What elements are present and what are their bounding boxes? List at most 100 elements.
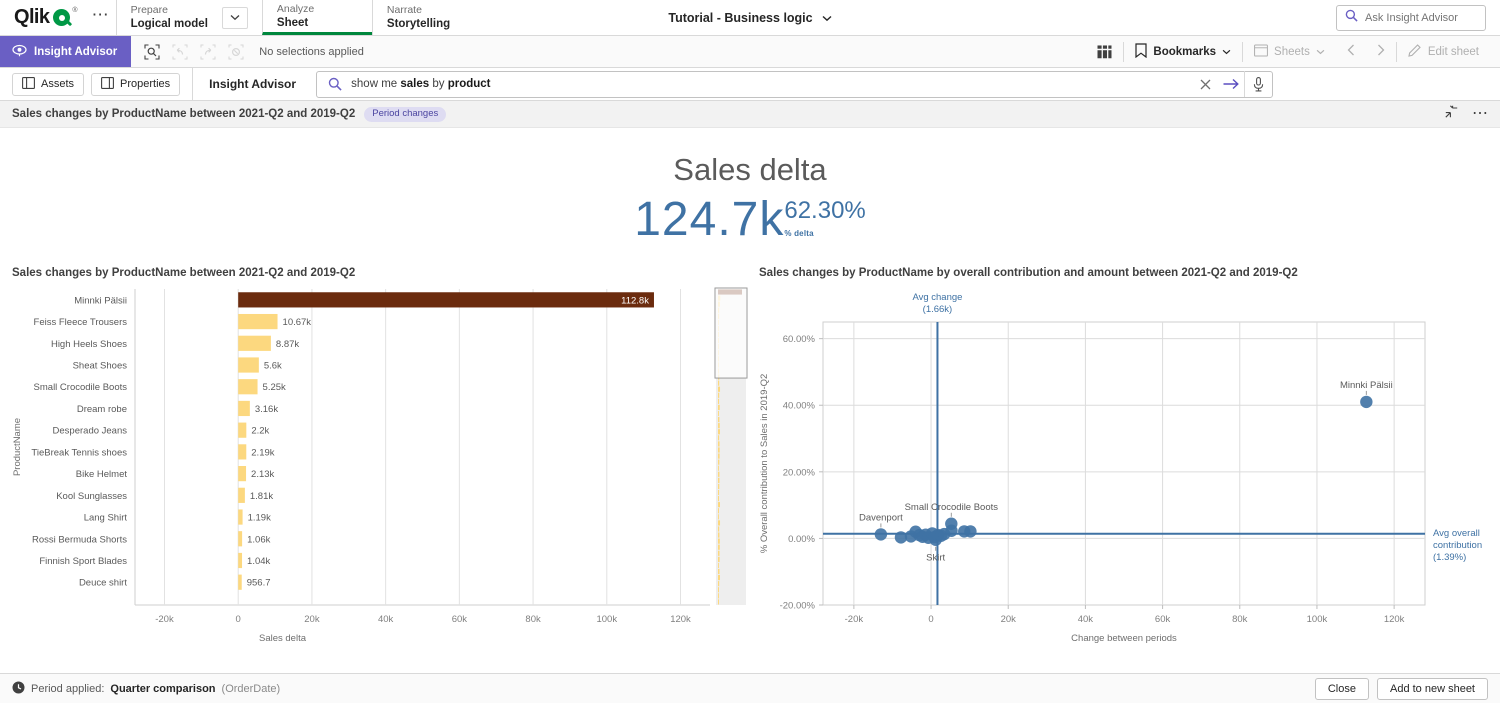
svg-text:TieBreak Tennis shoes: TieBreak Tennis shoes [31, 447, 127, 458]
microphone-icon[interactable] [1244, 71, 1272, 97]
bookmarks-chevron-down-icon [1222, 46, 1231, 58]
insight-card-header: Sales changes by ProductName between 202… [0, 101, 1500, 128]
svg-text:Minnki Pälsii: Minnki Pälsii [74, 295, 127, 306]
panel-right-icon [101, 77, 114, 92]
properties-label: Properties [120, 78, 170, 90]
svg-text:956.7: 956.7 [247, 578, 271, 589]
footer-buttons: Close Add to new sheet [1315, 678, 1488, 700]
panel-left-icon [22, 77, 35, 92]
svg-text:Lang Shirt: Lang Shirt [84, 513, 128, 524]
redo-icon [195, 40, 221, 64]
bar-chart-svg[interactable]: -20k020k40k60k80k100k120kSales deltaProd… [0, 267, 755, 647]
footer-bar: Period applied: Quarter comparison (Orde… [0, 673, 1500, 703]
arrow-right-icon[interactable] [1218, 71, 1244, 97]
svg-text:Dream robe: Dream robe [77, 404, 127, 415]
kpi-values: 124.7k 62.30% % delta [0, 195, 1500, 245]
period-applied-value: Quarter comparison [110, 683, 215, 695]
svg-text:ProductName: ProductName [12, 418, 23, 476]
next-sheet-button [1366, 36, 1396, 67]
nav-narrate-label: Storytelling [387, 17, 450, 31]
svg-text:-20k: -20k [845, 614, 864, 625]
period-applied-field: (OrderDate) [222, 683, 281, 695]
kpi-panel: Sales delta 124.7k 62.30% % delta [0, 128, 1500, 245]
svg-text:40k: 40k [1078, 614, 1094, 625]
selection-search-icon[interactable] [139, 40, 165, 64]
pencil-icon [1408, 43, 1422, 60]
close-icon[interactable] [1192, 71, 1218, 97]
svg-text:100k: 100k [596, 614, 617, 625]
clock-icon [12, 681, 25, 697]
svg-text:Minnki Pälsii: Minnki Pälsii [1340, 380, 1393, 391]
sheet-grid-icon[interactable] [1086, 36, 1123, 67]
trademark-mark: ® [72, 7, 77, 14]
svg-text:20.00%: 20.00% [783, 467, 816, 478]
svg-text:Small Crocodile Boots: Small Crocodile Boots [905, 502, 999, 513]
nav-narrate-section: Narrate [387, 4, 450, 17]
nav-narrate[interactable]: Narrate Storytelling [372, 0, 482, 35]
insight-advisor-tab[interactable]: Insight Advisor [0, 36, 131, 67]
svg-text:-20.00%: -20.00% [780, 601, 816, 612]
svg-text:Davenport: Davenport [859, 512, 903, 523]
svg-text:Sales delta: Sales delta [259, 633, 307, 644]
insight-query-bar[interactable]: show me sales by product [316, 71, 1273, 98]
svg-text:Rossi Bermuda Shorts: Rossi Bermuda Shorts [32, 534, 127, 545]
svg-text:-20k: -20k [155, 614, 174, 625]
top-navigation-bar: Qlik ® ⋯ Prepare Logical model Analyze S… [0, 0, 1500, 36]
svg-text:60k: 60k [452, 614, 468, 625]
chevron-left-icon [1347, 44, 1355, 59]
assets-button[interactable]: Assets [12, 73, 84, 96]
svg-text:1.04k: 1.04k [247, 556, 270, 567]
nav-prepare[interactable]: Prepare Logical model [116, 0, 262, 35]
charts-area: Sales changes by ProductName between 202… [0, 267, 1500, 652]
svg-text:Kool Sunglasses: Kool Sunglasses [56, 491, 127, 502]
insight-query-text[interactable]: show me sales by product [351, 78, 1192, 90]
svg-text:0: 0 [928, 614, 933, 625]
scatter-chart-svg[interactable]: -20k020k40k60k80k100k120k-20.00%0.00%20.… [755, 267, 1500, 647]
more-horizontal-icon[interactable]: ⋯ [1472, 110, 1488, 118]
svg-text:Desperado Jeans: Desperado Jeans [53, 426, 128, 437]
selections-toolbar: Insight Advisor [0, 36, 1500, 68]
bookmarks-label: Bookmarks [1153, 46, 1216, 58]
svg-text:120k: 120k [670, 614, 691, 625]
svg-text:60k: 60k [1155, 614, 1171, 625]
add-to-new-sheet-button[interactable]: Add to new sheet [1377, 678, 1488, 700]
svg-text:5.6k: 5.6k [264, 361, 282, 372]
collapse-icon[interactable] [1445, 105, 1458, 123]
insight-advisor-toolbar: Assets Properties Insight Advisor show m… [0, 68, 1500, 101]
period-changes-badge: Period changes [364, 107, 446, 122]
kpi-percent-label: % delta [784, 229, 813, 238]
bookmark-icon [1135, 43, 1147, 61]
app-title-chevron-down-icon[interactable] [822, 9, 832, 27]
svg-text:1.81k: 1.81k [250, 491, 273, 502]
close-button[interactable]: Close [1315, 678, 1369, 700]
properties-button[interactable]: Properties [91, 73, 180, 96]
kpi-secondary: 62.30% % delta [784, 195, 865, 241]
insight-advisor-panel-title: Insight Advisor [192, 68, 316, 100]
svg-text:112.8k: 112.8k [621, 295, 649, 306]
qlik-logo-mark [53, 9, 70, 26]
ask-insight-advisor-box[interactable] [1336, 5, 1486, 31]
ask-insight-advisor-input[interactable] [1365, 12, 1477, 24]
svg-text:0.00%: 0.00% [788, 534, 815, 545]
scatter-chart-title: Sales changes by ProductName by overall … [759, 267, 1298, 279]
bookmarks-button[interactable]: Bookmarks [1124, 36, 1242, 67]
svg-text:Deuce shirt: Deuce shirt [79, 578, 127, 589]
svg-text:Avg overall: Avg overall [1433, 528, 1480, 539]
more-horizontal-icon[interactable]: ⋯ [86, 0, 116, 35]
query-dimension: product [448, 78, 491, 90]
clear-selections-icon [223, 40, 249, 64]
period-applied-label: Period applied: [31, 683, 104, 695]
svg-text:20k: 20k [304, 614, 320, 625]
qlik-logo[interactable]: Qlik ® [0, 0, 86, 35]
svg-text:High Heels Shoes: High Heels Shoes [51, 339, 127, 350]
bar-chart-title: Sales changes by ProductName between 202… [12, 267, 355, 279]
svg-text:Bike Helmet: Bike Helmet [76, 469, 128, 480]
period-applied-info: Period applied: Quarter comparison (Orde… [12, 681, 280, 697]
nav-prepare-section: Prepare [131, 4, 208, 17]
svg-text:(1.39%): (1.39%) [1433, 552, 1466, 563]
chevron-right-icon [1377, 44, 1385, 59]
nav-analyze[interactable]: Analyze Sheet [262, 0, 372, 35]
edit-sheet-button: Edit sheet [1397, 36, 1490, 67]
chevron-down-icon[interactable] [222, 7, 248, 29]
query-prefix: show me [351, 78, 400, 90]
